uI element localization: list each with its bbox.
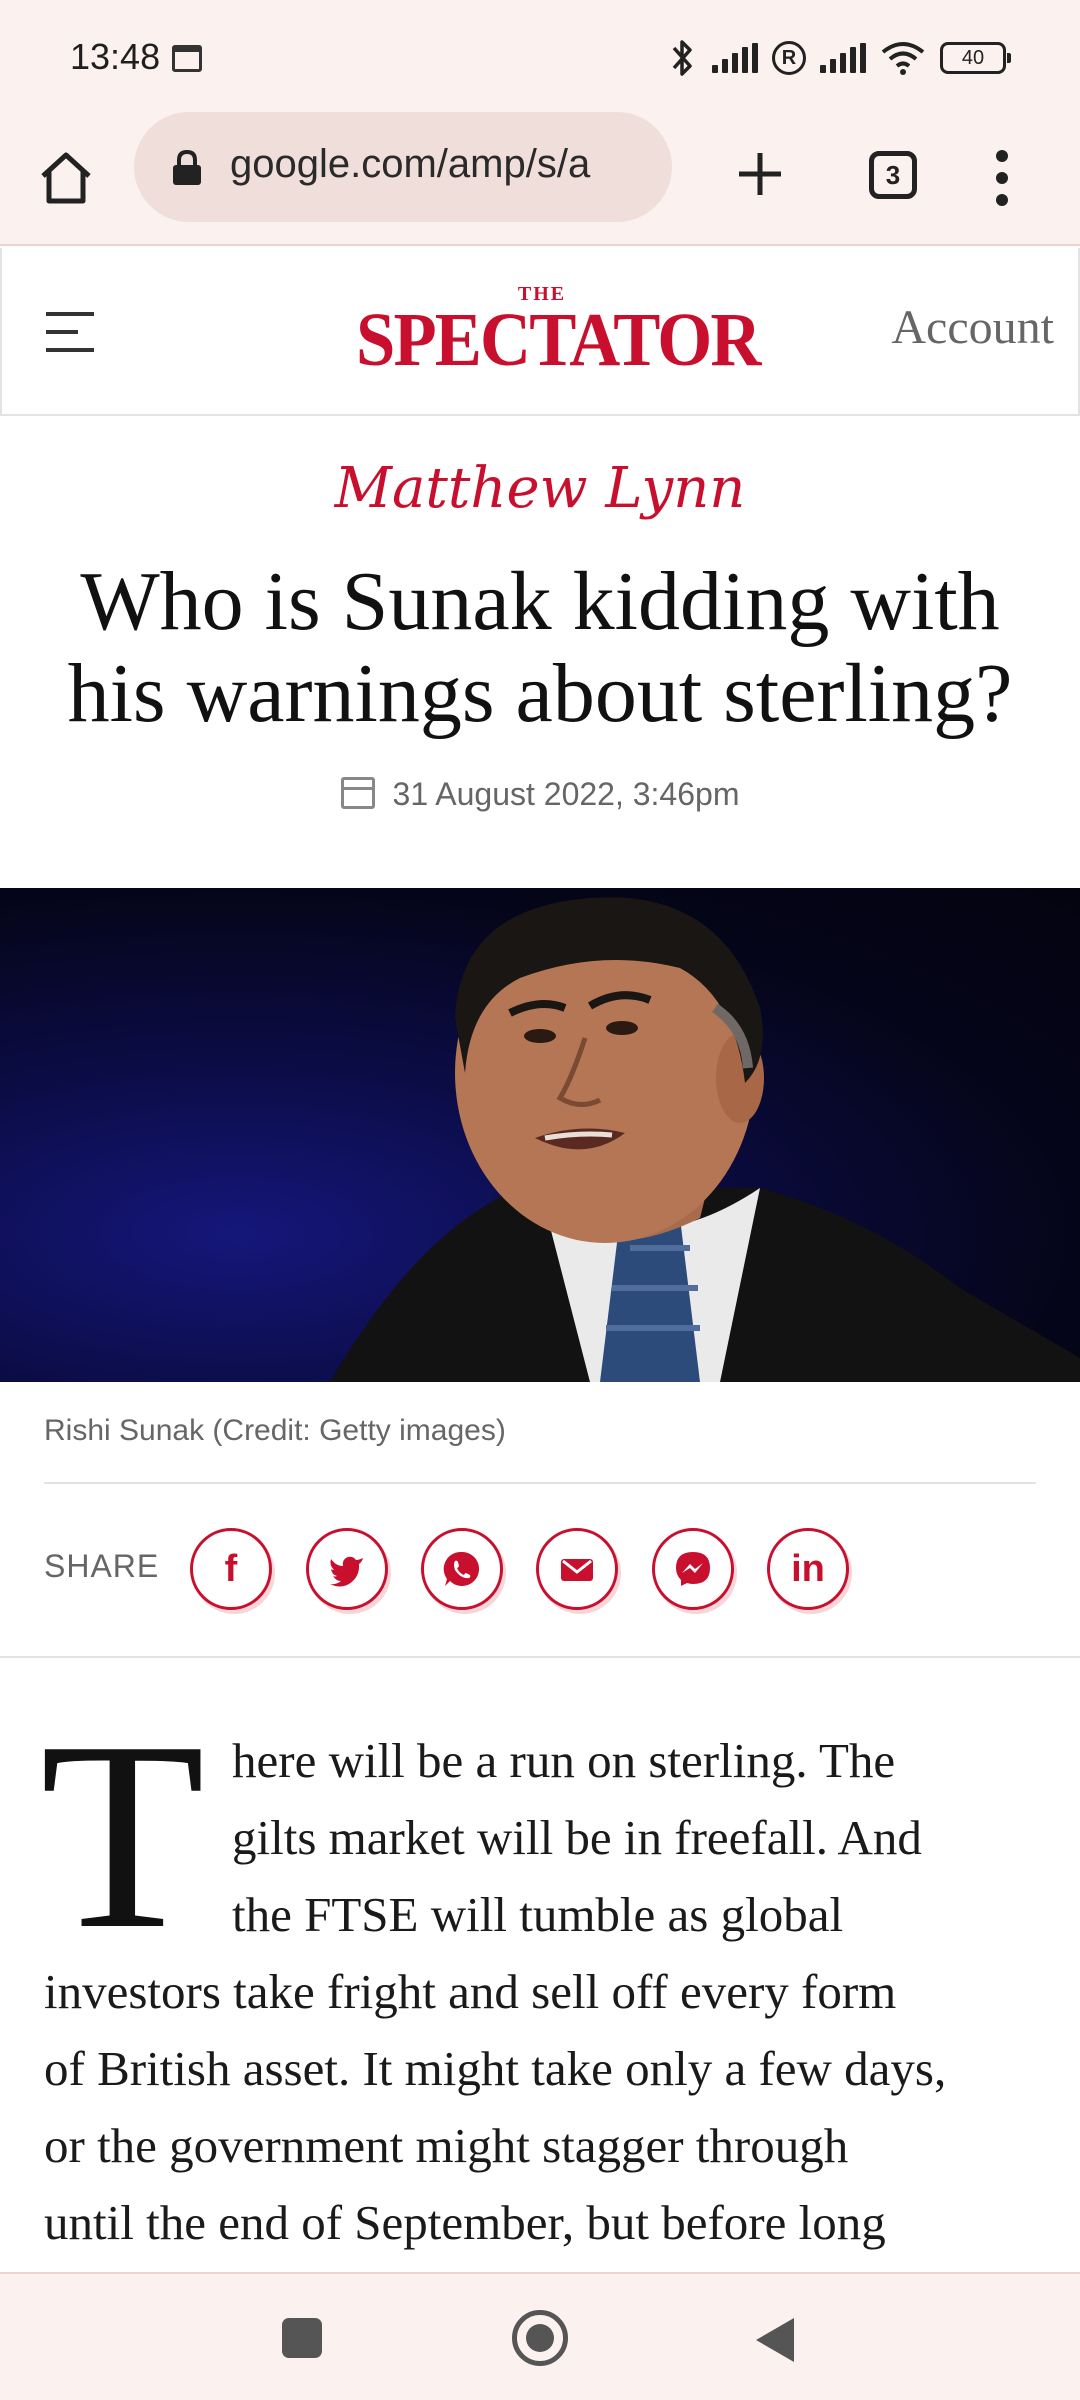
- recent-apps-button[interactable]: [282, 2318, 322, 2358]
- logo-wordmark: SPECTATOR: [356, 298, 761, 382]
- roaming-icon: R: [772, 41, 806, 75]
- portrait-illustration: [330, 897, 1080, 1382]
- browser-toolbar: google.com/amp/s/a 3: [0, 112, 1080, 246]
- dot-icon: [996, 150, 1008, 162]
- image-caption: Rishi Sunak (Credit: Getty images): [44, 1414, 506, 1447]
- calendar-notification-icon: [172, 45, 202, 72]
- email-icon: [561, 1559, 593, 1581]
- lock-icon: [173, 150, 201, 185]
- publish-date: 31 August 2022, 3:46pm: [0, 776, 1080, 813]
- title-line-2: his warnings about sterling?: [67, 647, 1013, 740]
- share-whatsapp-button[interactable]: [421, 1528, 503, 1610]
- divider: [44, 1482, 1036, 1484]
- dot-icon: [996, 194, 1008, 206]
- twitter-icon: [330, 1556, 363, 1587]
- share-twitter-button[interactable]: [306, 1528, 388, 1610]
- home-button[interactable]: [30, 142, 102, 214]
- date-text: 31 August 2022, 3:46pm: [392, 776, 740, 812]
- body-line: here will be a run on sterling. The: [232, 1733, 896, 1788]
- article-hero-image: [0, 888, 1080, 1382]
- author-name[interactable]: Matthew Lynn: [0, 456, 1080, 521]
- status-time: 13:48: [70, 36, 161, 77]
- whatsapp-icon: [443, 1551, 480, 1586]
- share-email-button[interactable]: [536, 1528, 618, 1610]
- dot-icon: [996, 172, 1008, 184]
- messenger-icon: [676, 1552, 710, 1586]
- signal-strength-icon-2: [820, 43, 866, 73]
- plus-icon: [739, 153, 781, 195]
- address-bar[interactable]: google.com/amp/s/a: [134, 112, 672, 222]
- url-text[interactable]: google.com/amp/s/a: [230, 142, 660, 187]
- share-label: SHARE: [44, 1548, 160, 1584]
- hamburger-menu-icon[interactable]: [46, 312, 94, 352]
- account-link[interactable]: Account: [891, 300, 1054, 355]
- bluetooth-icon: [672, 40, 692, 76]
- body-line: of British asset. It might take only a f…: [44, 2041, 947, 2096]
- section-divider: [0, 1656, 1080, 1658]
- share-facebook-button[interactable]: f: [190, 1528, 272, 1610]
- home-icon: [41, 152, 91, 204]
- back-button[interactable]: [756, 2318, 794, 2362]
- home-nav-button[interactable]: [512, 2310, 568, 2366]
- site-header: THE SPECTATOR Account: [0, 248, 1080, 416]
- status-icons: R 40: [668, 36, 1011, 80]
- body-line: the FTSE will tumble as global: [232, 1887, 844, 1942]
- drop-cap: T: [40, 1686, 205, 1985]
- share-messenger-button[interactable]: [652, 1528, 734, 1610]
- new-tab-button[interactable]: [722, 136, 798, 212]
- calendar-icon: [340, 777, 375, 809]
- linkedin-icon: in: [791, 1547, 825, 1590]
- title-line-1: Who is Sunak kidding with: [80, 555, 1000, 648]
- body-line: gilts market will be in freefall. And: [232, 1810, 922, 1865]
- body-line: investors take fright and sell off every…: [44, 1964, 897, 2019]
- tab-count: 3: [869, 151, 917, 199]
- body-line: until the end of September, but before l…: [44, 2195, 886, 2250]
- spectator-logo[interactable]: THE SPECTATOR: [342, 284, 761, 382]
- body-line: or the government might stagger through: [44, 2118, 849, 2173]
- status-bar: 13:48 R 40: [0, 0, 1080, 112]
- wifi-icon: [881, 42, 925, 75]
- overflow-menu-button[interactable]: [982, 144, 1022, 212]
- system-navigation-bar: [0, 2272, 1080, 2400]
- tab-switcher-button[interactable]: 3: [862, 144, 924, 206]
- share-linkedin-button[interactable]: in: [767, 1528, 849, 1610]
- article-title: Who is Sunak kidding with his warnings a…: [40, 556, 1040, 740]
- facebook-icon: f: [224, 1547, 238, 1590]
- signal-strength-icon: [712, 43, 758, 73]
- battery-icon: 40: [940, 42, 1011, 74]
